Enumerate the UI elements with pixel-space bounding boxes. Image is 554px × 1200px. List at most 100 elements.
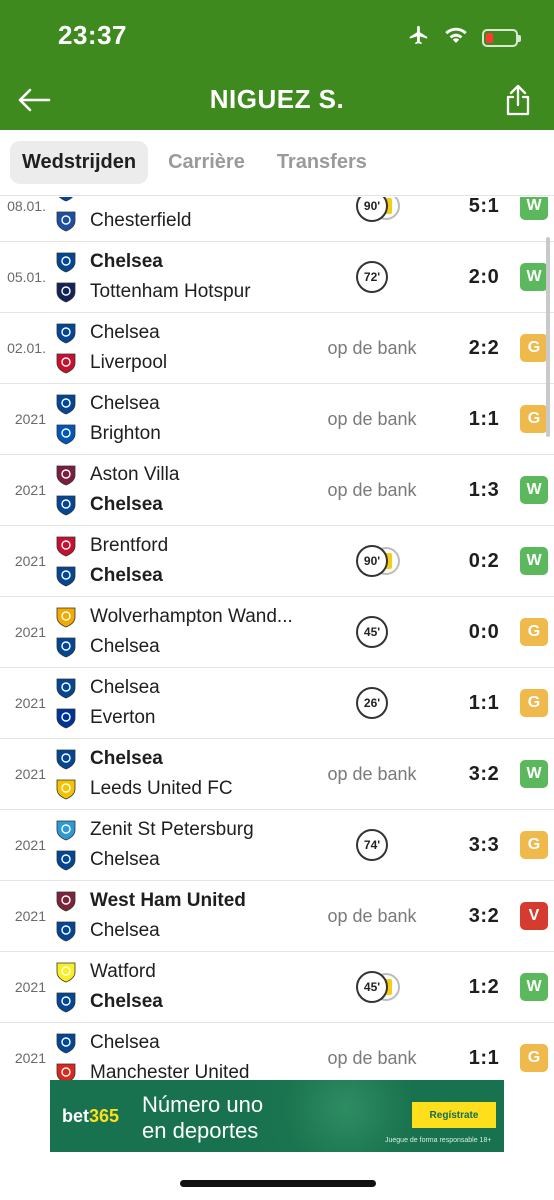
match-score: 5:1 — [468, 197, 500, 217]
match-row[interactable]: 2021 Chelsea Everton 26' 1:1 G — [0, 668, 554, 739]
tab-transfers[interactable]: Transfers — [265, 141, 379, 184]
match-row[interactable]: 02.01. Chelsea Liverpool op de bank 2:2 G — [0, 313, 554, 384]
match-row[interactable]: 05.01. Chelsea Tottenham Hotspur 72' 2:0 W — [0, 242, 554, 313]
result-badge: G — [520, 334, 548, 362]
away-team: Chesterfield — [54, 206, 191, 236]
match-row[interactable]: 2021 Chelsea Manchester United op de bank 1:… — [0, 1023, 554, 1080]
bench-status: op de bank — [327, 338, 417, 358]
match-date: 2021 — [14, 979, 46, 995]
match-score: 0:0 — [468, 621, 500, 643]
result-badge: W — [520, 760, 548, 788]
minutes-played-badge: 26' — [356, 687, 388, 719]
club-crest-icon — [54, 676, 78, 700]
match-row[interactable]: 2021 Brentford Chelsea 90' 0:2 W — [0, 526, 554, 597]
home-team-name: Chelsea — [90, 677, 160, 698]
match-score: 2:0 — [468, 266, 500, 288]
match-score: 3:2 — [468, 763, 500, 785]
club-crest-icon — [54, 564, 78, 588]
match-score: 1:1 — [468, 408, 500, 430]
home-team-name: Watford — [90, 961, 156, 982]
away-team: Brighton — [54, 419, 161, 449]
result-badge: W — [520, 547, 548, 575]
home-indicator[interactable] — [180, 1180, 376, 1187]
club-crest-icon — [54, 990, 78, 1014]
match-date: 2021 — [14, 908, 46, 924]
club-crest-icon — [54, 747, 78, 771]
home-team: Chelsea — [54, 318, 160, 348]
club-crest-icon — [54, 534, 78, 558]
navigation-bar: NIGUEZ S. — [0, 74, 554, 130]
match-row[interactable]: 2021 Watford Chelsea 45' 1:2 W — [0, 952, 554, 1023]
match-score: 0:2 — [468, 550, 500, 572]
match-row[interactable]: 2021 West Ham United Chelsea op de bank 3:2 V — [0, 881, 554, 952]
away-team: Everton — [54, 703, 155, 733]
match-row[interactable]: 2021 Chelsea Brighton op de bank 1:1 G — [0, 384, 554, 455]
club-crest-icon — [54, 351, 78, 375]
tab-wedstrijden[interactable]: Wedstrijden — [10, 141, 149, 184]
result-badge: G — [520, 689, 548, 717]
home-team-name: Zenit St Petersburg — [90, 819, 254, 840]
club-crest-icon — [54, 635, 78, 659]
home-team-name: Chelsea — [90, 1032, 160, 1053]
home-team-name: Chelsea — [90, 322, 160, 343]
match-row[interactable]: 2021 Aston Villa Chelsea op de bank 1:3 W — [0, 455, 554, 526]
result-badge: V — [520, 902, 548, 930]
match-score: 3:3 — [468, 834, 500, 856]
away-team-name: Chelsea — [90, 636, 160, 657]
home-team: Chelsea — [54, 673, 160, 703]
club-crest-icon — [54, 1031, 78, 1055]
home-team: Watford — [54, 957, 156, 987]
match-date: 2021 — [14, 411, 46, 427]
share-button[interactable] — [498, 78, 538, 122]
match-score: 1:1 — [468, 1047, 500, 1069]
match-row[interactable]: 08.01.ChelseaChesterfield90'5:1W — [0, 197, 554, 242]
club-crest-icon — [54, 848, 78, 872]
away-team-name: Tottenham Hotspur — [90, 281, 251, 302]
match-row[interactable]: 2021 Wolverhampton Wand... Chelsea 45' 0:0 G — [0, 597, 554, 668]
result-badge: G — [520, 618, 548, 646]
match-row[interactable]: 2021 Chelsea Leeds United FC op de bank 3:2 W — [0, 739, 554, 810]
result-badge: W — [520, 973, 548, 1001]
away-team-name: Chelsea — [90, 565, 163, 586]
match-date: 08.01. — [7, 198, 46, 214]
ad-register-button[interactable]: Regístrate — [412, 1102, 496, 1128]
match-date: 2021 — [14, 837, 46, 853]
home-team: Aston Villa — [54, 460, 179, 490]
home-team: Chelsea — [54, 389, 160, 419]
club-crest-icon — [54, 889, 78, 913]
match-score: 1:2 — [468, 976, 500, 998]
club-crest-icon — [54, 706, 78, 730]
away-team: Chelsea — [54, 845, 160, 875]
home-team-name: Chelsea — [90, 251, 163, 272]
home-team-name: West Ham United — [90, 890, 246, 911]
scrollbar[interactable] — [546, 237, 550, 437]
home-team-name: Wolverhampton Wand... — [90, 606, 293, 627]
ad-banner[interactable]: bet365 Número uno en deportes Regístrate… — [50, 1080, 504, 1152]
away-team-name: Chelsea — [90, 494, 163, 515]
match-list[interactable]: 08.01. Chelsea Chesterfield 90' 5:1 W 05.01. Ch… — [0, 197, 554, 1080]
minutes-played-badge: 72' — [356, 261, 388, 293]
away-team-name: Liverpool — [90, 352, 168, 373]
away-team: Chelsea — [54, 632, 160, 662]
club-crest-icon — [54, 1061, 78, 1080]
home-team-name: Chelsea — [90, 748, 163, 769]
home-team: Wolverhampton Wand... — [54, 602, 293, 632]
ad-disclaimer: Juegue de forma responsable 18+ — [385, 1137, 492, 1144]
away-team-name: Chesterfield — [90, 210, 192, 231]
battery-icon — [482, 28, 521, 47]
tab-bar: Wedstrijden Carrière Transfers — [0, 130, 554, 196]
match-row[interactable]: 2021 Zenit St Petersburg Chelsea 74' 3:3 G — [0, 810, 554, 881]
tab-carrire[interactable]: Carrière — [156, 141, 257, 184]
result-badge: G — [520, 831, 548, 859]
away-team: Chelsea — [54, 916, 160, 946]
minutes-played-badge: 90' — [356, 545, 388, 577]
match-date: 2021 — [14, 553, 46, 569]
home-team: Chelsea — [54, 247, 163, 277]
home-team-name: Aston Villa — [90, 464, 180, 485]
club-crest-icon — [54, 463, 78, 487]
status-icons — [406, 24, 521, 51]
away-team: Tottenham Hotspur — [54, 277, 251, 307]
away-team-name: Chelsea — [90, 920, 160, 941]
home-team: Chelsea — [54, 197, 163, 206]
club-crest-icon — [54, 392, 78, 416]
